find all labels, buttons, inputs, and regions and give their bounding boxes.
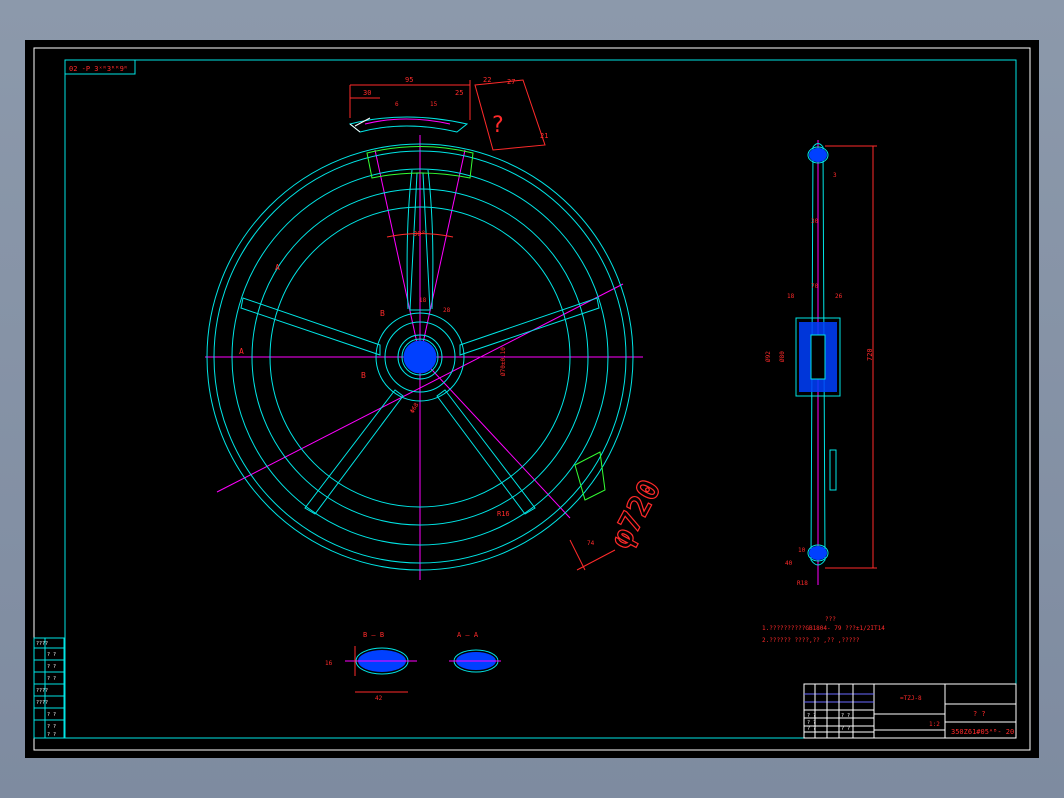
- section-views: B — B 16 42 A — A: [325, 631, 501, 702]
- part-code: 350Z61#05ᴬᴮ- 20: [951, 727, 1014, 736]
- dim-27: 27: [507, 78, 515, 86]
- left-panel-label: ????: [36, 641, 48, 647]
- section-b-title: B — B: [363, 631, 384, 639]
- outer-frame: [33, 47, 1031, 751]
- side-dim: 30: [811, 218, 819, 225]
- note-line: 2.?????? ????,?? ,?? ,?????: [762, 637, 860, 644]
- section-marker-b: B: [380, 309, 385, 318]
- side-dim-720: 720: [866, 348, 874, 361]
- wheel-side-view: 720 30 70 3 Ø92 Ø80 18 26 40 R18 10: [765, 140, 877, 587]
- left-panel-label: ? ?: [47, 712, 56, 718]
- title-code: =TZJ-8: [900, 695, 922, 702]
- left-panel-label: ????: [36, 700, 48, 706]
- hub-dim: Ø70±0.10: [500, 347, 507, 376]
- dim-95: 95: [405, 76, 413, 84]
- title-row: ? ?: [807, 726, 816, 732]
- side-dim: 70: [811, 283, 819, 290]
- hub-dim: Φ68: [409, 401, 421, 414]
- top-detail: 95 30 25 6 15 22 27 21 ?: [348, 76, 548, 151]
- dim-30: 30: [363, 89, 371, 97]
- stamp-text: 02 -P 3ˣᴿ3ᴿᴿ9ᴿ: [69, 65, 128, 73]
- left-panel-label: ? ?: [47, 676, 56, 682]
- section-dim: 16: [325, 660, 333, 667]
- question-mark: ?: [491, 113, 504, 138]
- left-panel-label: ????: [36, 688, 48, 694]
- title-block: =TZJ-8 ? ? 350Z61#05ᴬᴮ- 20 1:2 ? ? ? ? ?…: [803, 683, 1017, 739]
- dim-21: 21: [540, 132, 548, 140]
- side-dim: Ø92: [765, 351, 772, 362]
- section-dim: 42: [375, 695, 383, 702]
- left-panel-label: ? ?: [47, 664, 56, 670]
- spoke-dim: 18: [419, 297, 427, 304]
- spoke-dim: 28: [443, 307, 451, 314]
- left-side-panel: ???? ? ? ? ? ? ? ???? ???? ? ? ? ? ? ?: [33, 637, 65, 739]
- section-a-title: A — A: [457, 631, 479, 639]
- side-dim: R18: [797, 580, 808, 587]
- title-row: ? ?: [807, 713, 816, 719]
- dim-25: 25: [455, 89, 463, 97]
- side-dim: 18: [787, 293, 795, 300]
- drawing-canvas[interactable]: 02 -P 3ˣᴿ3ᴿᴿ9ᴿ ???? ? ? ? ? ? ? ???? ???…: [25, 40, 1039, 758]
- note-line: 1.??????????GB1804- 79 ???±1/2IT14: [762, 625, 885, 632]
- notes-title: ???: [825, 616, 836, 623]
- shaft-hole: [403, 340, 437, 374]
- section-marker-a: A: [275, 263, 280, 272]
- title-row: ? ?: [841, 726, 850, 732]
- title-name: ? ?: [973, 710, 986, 718]
- section-marker-a: A: [239, 347, 244, 356]
- wheel-front-view: 30° 18 28 R16 Ø70±0.10 Φ68 A A B B φ720 …: [205, 135, 669, 580]
- left-panel-label: ? ?: [47, 724, 56, 730]
- technical-notes: ??? 1.??????????GB1804- 79 ???±1/2IT14 2…: [762, 616, 885, 644]
- small-dim: 74: [587, 540, 595, 547]
- angle-dim: 30°: [413, 230, 426, 238]
- title-row: ? ?: [841, 713, 850, 719]
- dim-22: 22: [483, 76, 491, 84]
- left-panel-label: ? ?: [47, 732, 56, 738]
- diameter-label: φ720: [604, 474, 669, 554]
- side-dim: 10: [798, 547, 806, 554]
- dim-15: 15: [430, 101, 438, 108]
- side-dim: 26: [835, 293, 843, 300]
- section-marker-b: B: [361, 371, 366, 380]
- dim-6: 6: [395, 101, 399, 108]
- cad-viewport: 02 -P 3ˣᴿ3ᴿᴿ9ᴿ ???? ? ? ? ? ? ? ???? ???…: [0, 0, 1064, 798]
- drawing-svg: 02 -P 3ˣᴿ3ᴿᴿ9ᴿ ???? ? ? ? ? ? ? ???? ???…: [33, 47, 1031, 751]
- scale-ratio: 1:2: [929, 721, 940, 728]
- side-dim: Ø80: [779, 351, 786, 362]
- left-panel-label: ? ?: [47, 652, 56, 658]
- radius-dim: R16: [497, 510, 510, 518]
- side-dim: 40: [785, 560, 793, 567]
- side-dim: 3: [833, 172, 837, 179]
